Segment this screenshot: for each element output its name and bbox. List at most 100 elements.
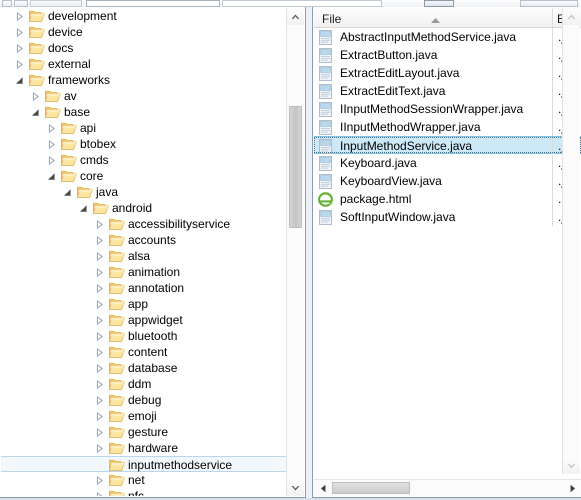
chevron-right-icon[interactable] — [95, 412, 104, 421]
chevron-right-icon[interactable] — [95, 364, 104, 373]
chevron-right-icon[interactable] — [95, 220, 104, 229]
chevron-right-icon[interactable] — [15, 60, 24, 69]
tree-item-av[interactable]: av — [1, 88, 288, 104]
chevron-right-icon[interactable] — [95, 348, 104, 357]
tree-item-inputmethodservice[interactable]: inputmethodservice — [1, 456, 288, 472]
tree-item-btobex[interactable]: btobex — [1, 136, 288, 152]
column-header-file[interactable]: File — [322, 11, 341, 27]
tree-item-animation[interactable]: animation — [1, 264, 288, 280]
chevron-right-icon[interactable] — [95, 492, 104, 496]
tree-item-debug[interactable]: debug — [1, 392, 288, 408]
tree-item-cmds[interactable]: cmds — [1, 152, 288, 168]
tree-item-bluetooth[interactable]: bluetooth — [1, 328, 288, 344]
file-row[interactable]: AbstractInputMethodService.java.jav — [314, 28, 581, 46]
tree-item-docs[interactable]: docs — [1, 40, 288, 56]
tree-vertical-scrollbar[interactable] — [286, 8, 304, 496]
chevron-right-icon[interactable] — [47, 156, 56, 165]
chevron-down-icon[interactable] — [31, 108, 40, 117]
tree-item-nfc[interactable]: nfc — [1, 488, 288, 496]
tree-item-label: alsa — [128, 249, 151, 263]
column-divider[interactable] — [552, 8, 553, 27]
chevron-down-icon[interactable] — [47, 172, 56, 181]
up-folder-button-fragment[interactable] — [424, 0, 454, 7]
tree-item-alsa[interactable]: alsa — [1, 248, 288, 264]
chevron-down-icon[interactable] — [63, 188, 72, 197]
file-list-rows[interactable]: AbstractInputMethodService.java.javExtra… — [314, 28, 581, 473]
tree-item-appwidget[interactable]: appwidget — [1, 312, 288, 328]
scroll-down-button[interactable] — [287, 479, 304, 496]
tree-item-hardware[interactable]: hardware — [1, 440, 288, 456]
tree-item-accessibilityservice[interactable]: accessibilityservice — [1, 216, 288, 232]
scroll-right-button[interactable] — [564, 480, 581, 496]
url-input-fragment[interactable] — [86, 0, 220, 7]
tree-item-android[interactable]: android — [1, 200, 288, 216]
tree-item-app[interactable]: app — [1, 296, 288, 312]
revision-input-fragment[interactable] — [222, 0, 382, 7]
chevron-right-icon[interactable] — [95, 284, 104, 293]
file-list-column-header: File Ext — [314, 8, 581, 28]
file-row[interactable]: Keyboard.java.jav — [314, 154, 581, 172]
tree-item-frameworks[interactable]: frameworks — [1, 72, 288, 88]
tree-item-development[interactable]: development — [1, 8, 288, 24]
tree-item-label: app — [128, 297, 149, 311]
tree-item-net[interactable]: net — [1, 472, 288, 488]
file-row[interactable]: ExtractButton.java.jav — [314, 46, 581, 64]
chevron-right-icon[interactable] — [47, 140, 56, 149]
tree-item-accounts[interactable]: accounts — [1, 232, 288, 248]
chevron-right-icon[interactable] — [95, 332, 104, 341]
chevron-right-icon[interactable] — [95, 396, 104, 405]
chevron-right-icon[interactable] — [95, 300, 104, 309]
tree-item-java[interactable]: java — [1, 184, 288, 200]
tree-item-label: api — [80, 121, 97, 135]
scroll-thumb[interactable] — [289, 106, 302, 228]
chevron-right-icon[interactable] — [47, 124, 56, 133]
chevron-right-icon[interactable] — [15, 12, 24, 21]
scroll-up-button[interactable] — [287, 8, 304, 25]
tree-item-device[interactable]: device — [1, 24, 288, 40]
toolbar-button-fragment-2[interactable] — [14, 0, 28, 7]
tree-item-database[interactable]: database — [1, 360, 288, 376]
toolbar-button-fragment-1[interactable] — [2, 0, 12, 7]
toolbar-button-fragment-3[interactable] — [30, 0, 82, 7]
file-list-horizontal-scrollbar[interactable] — [314, 479, 581, 496]
file-list-vertical-scrollbar[interactable] — [562, 8, 580, 474]
chevron-down-icon[interactable] — [79, 204, 88, 213]
chevron-down-icon[interactable] — [15, 76, 24, 85]
file-row[interactable]: SoftInputWindow.java.jav — [314, 208, 581, 226]
tree-item-gesture[interactable]: gesture — [1, 424, 288, 440]
chevron-right-icon[interactable] — [95, 252, 104, 261]
repository-tree[interactable]: development device docs external frameworks a… — [1, 8, 288, 496]
chevron-right-icon[interactable] — [95, 444, 104, 453]
file-row[interactable]: ExtractEditLayout.java.jav — [314, 64, 581, 82]
tree-item-external[interactable]: external — [1, 56, 288, 72]
file-row[interactable]: IInputMethodWrapper.java.jav — [314, 118, 581, 136]
tree-item-base[interactable]: base — [1, 104, 288, 120]
tree-item-emoji[interactable]: emoji — [1, 408, 288, 424]
scroll-up-button[interactable] — [563, 8, 580, 25]
tree-item-ddm[interactable]: ddm — [1, 376, 288, 392]
chevron-right-icon[interactable] — [15, 28, 24, 37]
file-row[interactable]: package.html.htr — [314, 190, 581, 208]
scroll-left-button[interactable] — [314, 480, 331, 496]
chevron-right-icon[interactable] — [95, 476, 104, 485]
toolbar-button-fragment-7[interactable] — [520, 0, 578, 7]
scroll-thumb[interactable] — [332, 482, 410, 494]
tree-item-content[interactable]: content — [1, 344, 288, 360]
chevron-right-icon[interactable] — [95, 428, 104, 437]
folder-icon — [109, 297, 125, 311]
file-row[interactable]: ExtractEditText.java.jav — [314, 82, 581, 100]
chevron-right-icon[interactable] — [95, 316, 104, 325]
chevron-right-icon[interactable] — [95, 380, 104, 389]
chevron-right-icon[interactable] — [15, 44, 24, 53]
tree-item-api[interactable]: api — [1, 120, 288, 136]
tree-item-annotation[interactable]: annotation — [1, 280, 288, 296]
tree-item-core[interactable]: core — [1, 168, 288, 184]
chevron-right-icon[interactable] — [31, 92, 40, 101]
file-row[interactable]: InputMethodService.java.jav — [314, 136, 581, 155]
tree-item-label: appwidget — [128, 313, 183, 327]
chevron-right-icon[interactable] — [95, 236, 104, 245]
file-row[interactable]: IInputMethodSessionWrapper.java.jav — [314, 100, 581, 118]
scroll-down-button[interactable] — [563, 457, 580, 474]
file-row[interactable]: KeyboardView.java.jav — [314, 172, 581, 190]
chevron-right-icon[interactable] — [95, 268, 104, 277]
